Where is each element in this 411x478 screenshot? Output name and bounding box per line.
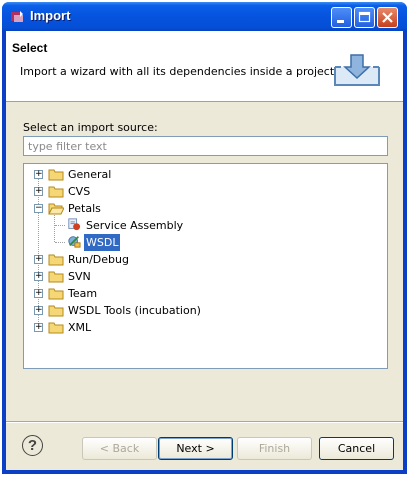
expand-icon[interactable]: + [34,187,43,196]
minimize-icon [337,20,344,23]
tree-item-label: Service Assembly [86,219,184,232]
filter-input[interactable] [23,136,388,156]
folder-icon [48,305,64,317]
page-description: Import a wizard with all its dependencie… [20,65,335,78]
maximize-icon [358,11,371,23]
tree-item-wsdl[interactable]: WSDL [24,234,387,251]
tree-item-label: WSDL [84,234,121,251]
button-bar-separator [6,421,403,423]
next-button[interactable]: Next > [158,437,233,460]
maximize-button[interactable] [354,7,375,28]
tree-item-run-debug[interactable]: + Run/Debug [24,251,387,268]
cancel-button[interactable]: Cancel [319,437,394,460]
folder-open-icon [48,203,64,215]
tree-item-wsdl-tools[interactable]: + WSDL Tools (incubation) [24,302,387,319]
eclipse-import-icon [11,11,23,22]
import-dialog: Import Select Import a wizard with all i… [2,2,407,474]
tree-item-general[interactable]: + General [24,166,387,183]
folder-icon [48,288,64,300]
finish-button[interactable]: Finish [237,437,312,460]
tree-item-cvs[interactable]: + CVS [24,183,387,200]
tree-item-label: XML [68,321,92,334]
help-icon: ? [27,437,38,454]
close-icon [382,12,393,23]
expand-icon[interactable]: + [34,306,43,315]
tree-item-svn[interactable]: + SVN [24,268,387,285]
import-source-tree[interactable]: + General + CVS − Petals Service Assembl… [23,163,388,369]
service-assembly-icon [68,218,81,231]
folder-icon [48,169,64,181]
folder-icon [48,254,64,266]
tree-item-service-assembly[interactable]: Service Assembly [24,217,387,234]
page-title: Select [12,41,48,55]
tree-item-label: Run/Debug [68,253,129,266]
close-button[interactable] [377,7,398,28]
tree-item-label: WSDL Tools (incubation) [68,304,201,317]
help-button[interactable]: ? [22,435,43,456]
wsdl-icon [68,236,81,248]
import-wizard-icon [334,54,380,86]
folder-icon [48,322,64,334]
tree-item-label: CVS [68,185,91,198]
back-button[interactable]: < Back [82,437,157,460]
title-bar[interactable]: Import [2,2,407,31]
minimize-button[interactable] [331,7,352,28]
import-source-label: Select an import source: [23,121,158,134]
expand-icon[interactable]: + [34,255,43,264]
collapse-icon[interactable]: − [34,204,43,213]
expand-icon[interactable]: + [34,289,43,298]
folder-icon [48,271,64,283]
expand-icon[interactable]: + [34,323,43,332]
tree-item-label: Petals [68,202,101,215]
tree-item-label: Team [68,287,98,300]
dialog-body: Select Import a wizard with all its depe… [6,31,403,470]
tree-item-label: SVN [68,270,91,283]
tree-item-xml[interactable]: + XML [24,319,387,336]
tree-item-label: General [68,168,112,181]
wizard-header: Select Import a wizard with all its depe… [6,31,403,102]
tree-item-team[interactable]: + Team [24,285,387,302]
window-title: Import [30,8,71,23]
tree-item-petals[interactable]: − Petals [24,200,387,217]
expand-icon[interactable]: + [34,272,43,281]
expand-icon[interactable]: + [34,170,43,179]
folder-icon [48,186,64,198]
